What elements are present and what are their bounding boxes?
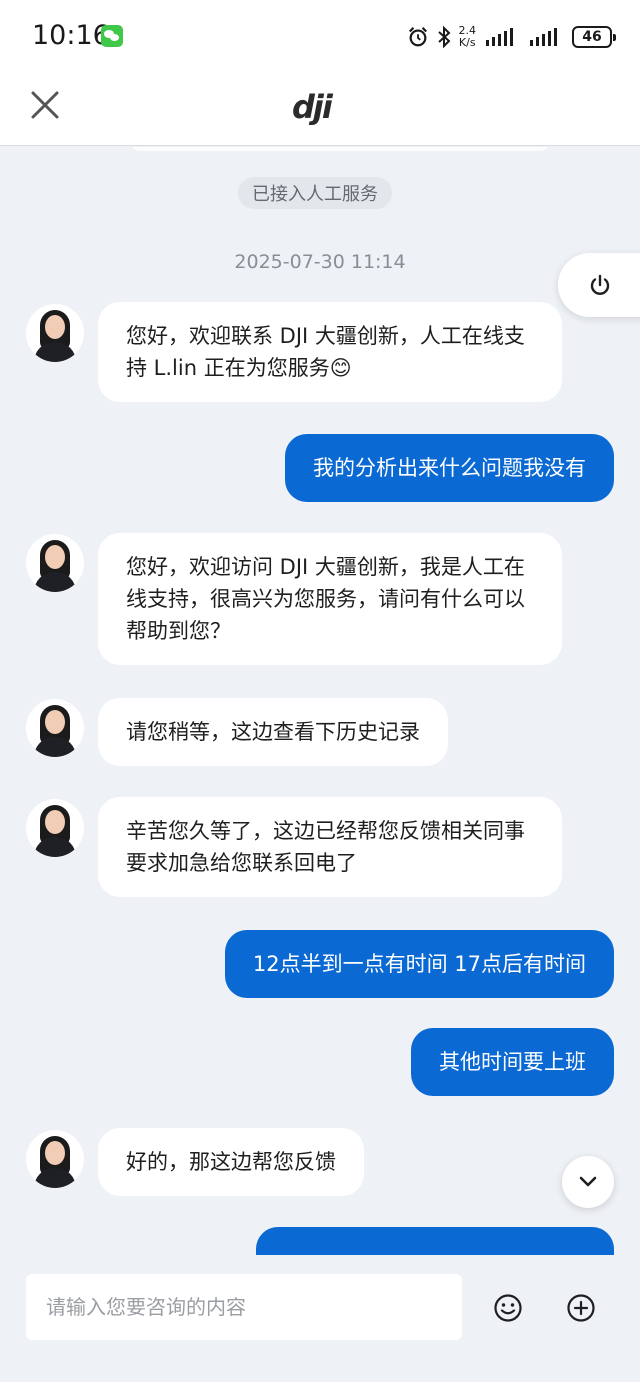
agent-avatar[interactable] <box>26 304 84 362</box>
system-notice: 已接入人工服务 <box>238 177 392 209</box>
status-icons: 2.4 K/s 46 <box>407 22 616 52</box>
message-text: 您好，欢迎访问 DJI 大疆创新，我是人工在线支持，很高兴为您服务，请问有什么可… <box>126 555 525 643</box>
wechat-notification-icon <box>101 25 123 47</box>
system-notice-text: 已接入人工服务 <box>252 184 378 205</box>
message-text: 好的，那这边帮您反馈 <box>126 1150 336 1174</box>
network-speed-unit: K/s <box>458 36 476 49</box>
emoji-icon[interactable] <box>493 1293 523 1323</box>
close-icon[interactable] <box>30 90 60 120</box>
alarm-icon <box>408 27 427 47</box>
message-text: 请您稍等，这边查看下历史记录 <box>126 720 420 744</box>
signal-icon <box>486 28 513 46</box>
signal-icon-2 <box>530 28 557 46</box>
user-message[interactable]: 12点半到一点有时间 17点后有时间 <box>224 930 614 998</box>
add-icon[interactable] <box>566 1293 596 1323</box>
message-text: 您好，欢迎联系 DJI 大疆创新，人工在线支持 L.lin 正在为您服务😊 <box>126 324 525 380</box>
agent-message[interactable]: 请您稍等，这边查看下历史记录 <box>98 698 448 766</box>
message-text: 12点半到一点有时间 17点后有时间 <box>252 952 586 976</box>
agent-avatar[interactable] <box>26 534 84 592</box>
agent-message[interactable]: 好的，那这边帮您反馈 <box>98 1128 364 1196</box>
chat-area[interactable]: 已接入人工服务 2025-07-30 11:14 您好，欢迎联系 DJI 大疆创… <box>0 147 640 1255</box>
message-input[interactable] <box>26 1274 462 1340</box>
previous-message-edge <box>130 147 550 151</box>
status-time: 10:16 <box>32 20 110 51</box>
battery-level: 46 <box>582 29 602 45</box>
power-icon <box>590 274 610 295</box>
user-message[interactable]: 我的分析出来什么问题我没有 <box>285 434 614 502</box>
composer-bar <box>0 1255 640 1382</box>
agent-message[interactable]: 您好，欢迎联系 DJI 大疆创新，人工在线支持 L.lin 正在为您服务😊 <box>98 302 562 402</box>
message-text: 辛苦您久等了，这边已经帮您反馈相关同事要求加急给您联系回电了 <box>126 819 525 875</box>
scroll-to-bottom-button[interactable] <box>562 1156 614 1208</box>
chevron-down-icon <box>579 1176 597 1187</box>
battery-icon: 46 <box>572 26 616 48</box>
bluetooth-icon <box>437 26 450 48</box>
agent-avatar[interactable] <box>26 699 84 757</box>
message-timestamp: 2025-07-30 11:14 <box>234 251 406 273</box>
user-message-partial[interactable] <box>256 1227 614 1255</box>
end-chat-button[interactable] <box>558 253 640 317</box>
status-bar: 10:16 2.4 K/s 46 <box>0 0 640 70</box>
user-message[interactable]: 其他时间要上班 <box>411 1028 614 1096</box>
agent-avatar[interactable] <box>26 799 84 857</box>
network-speed: 2.4 K/s <box>459 25 477 49</box>
agent-avatar[interactable] <box>26 1130 84 1188</box>
message-text: 我的分析出来什么问题我没有 <box>313 456 586 480</box>
brand-logo: dji <box>292 88 333 126</box>
agent-message[interactable]: 辛苦您久等了，这边已经帮您反馈相关同事要求加急给您联系回电了 <box>98 797 562 897</box>
nav-bar: dji <box>0 70 640 146</box>
agent-message[interactable]: 您好，欢迎访问 DJI 大疆创新，我是人工在线支持，很高兴为您服务，请问有什么可… <box>98 533 562 665</box>
message-text: 其他时间要上班 <box>439 1050 586 1074</box>
